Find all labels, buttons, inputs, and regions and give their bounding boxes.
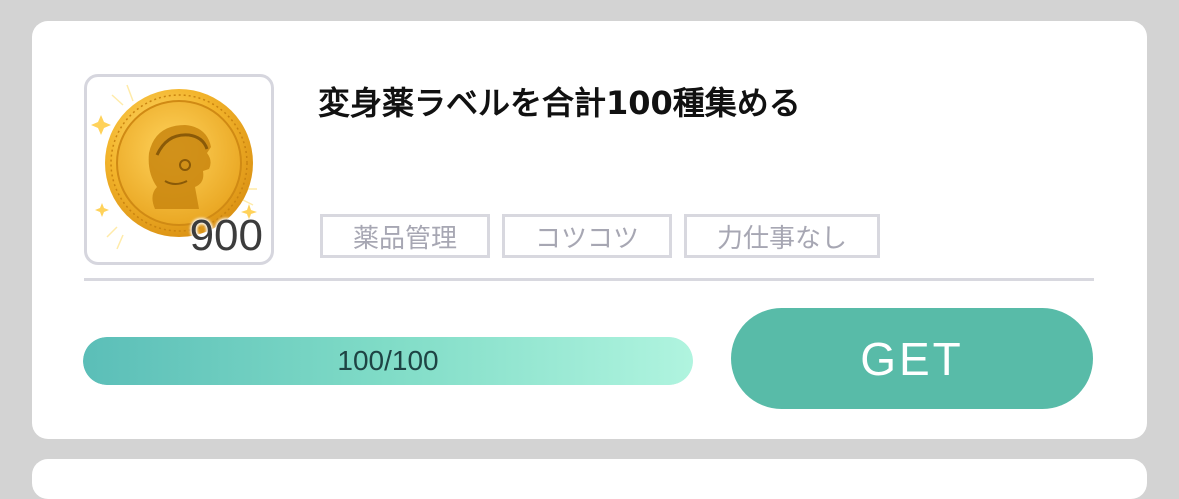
quest-card: 900 変身薬ラベルを合計100種集める 薬品管理 コツコツ 力仕事なし 100… bbox=[32, 21, 1147, 439]
tag-chip: 力仕事なし bbox=[684, 214, 881, 258]
reward-amount: 900 bbox=[189, 211, 263, 260]
quest-title: 変身薬ラベルを合計100種集める bbox=[318, 84, 801, 122]
get-reward-button[interactable]: GET bbox=[731, 308, 1093, 409]
quest-tags: 薬品管理 コツコツ 力仕事なし bbox=[320, 214, 881, 258]
next-quest-card bbox=[32, 459, 1147, 499]
progress-label: 100/100 bbox=[337, 345, 439, 376]
tag-chip: コツコツ bbox=[502, 214, 673, 258]
reward-box: 900 bbox=[84, 74, 274, 265]
divider bbox=[84, 278, 1094, 281]
progress-bar: 100/100 bbox=[83, 337, 693, 385]
tag-chip: 薬品管理 bbox=[320, 214, 491, 258]
